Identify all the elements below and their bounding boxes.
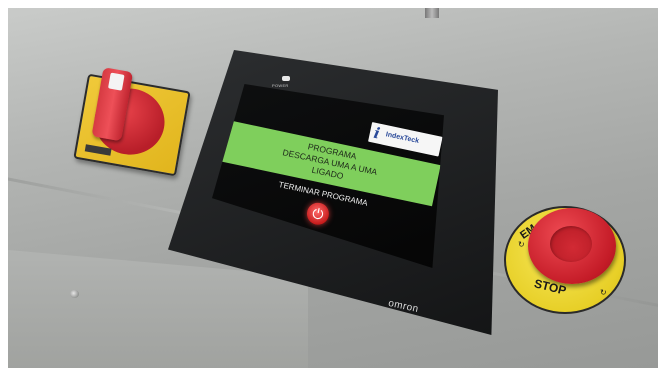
photo-border-top bbox=[0, 0, 663, 8]
emergency-stop-button[interactable] bbox=[528, 208, 616, 284]
switch-handle-grip bbox=[108, 72, 125, 91]
logo-mark-icon: i bbox=[372, 123, 382, 143]
photo-border-bottom bbox=[0, 368, 663, 376]
power-icon: ⏻ bbox=[310, 204, 326, 223]
photo-border-left bbox=[0, 0, 8, 376]
photo-scene: POWER omron i IndexTeck PROGRAMA DESCARG… bbox=[0, 0, 663, 376]
logo-text: IndexTeck bbox=[385, 131, 420, 146]
power-label: POWER bbox=[272, 83, 289, 88]
rotate-arrow-icon-2: ↻ bbox=[600, 288, 607, 297]
rotary-switch-handle[interactable] bbox=[91, 67, 134, 142]
top-bolt bbox=[425, 8, 439, 18]
photo-border-right bbox=[658, 0, 663, 376]
emergency-stop: EM ↻ STOP ↻ bbox=[504, 206, 626, 314]
emergency-stop-dimple bbox=[550, 226, 592, 262]
panel-screw bbox=[70, 290, 79, 298]
power-led-icon bbox=[282, 76, 290, 81]
terminate-program-button[interactable]: ⏻ bbox=[304, 200, 331, 227]
rotate-arrow-icon: ↻ bbox=[518, 240, 525, 249]
